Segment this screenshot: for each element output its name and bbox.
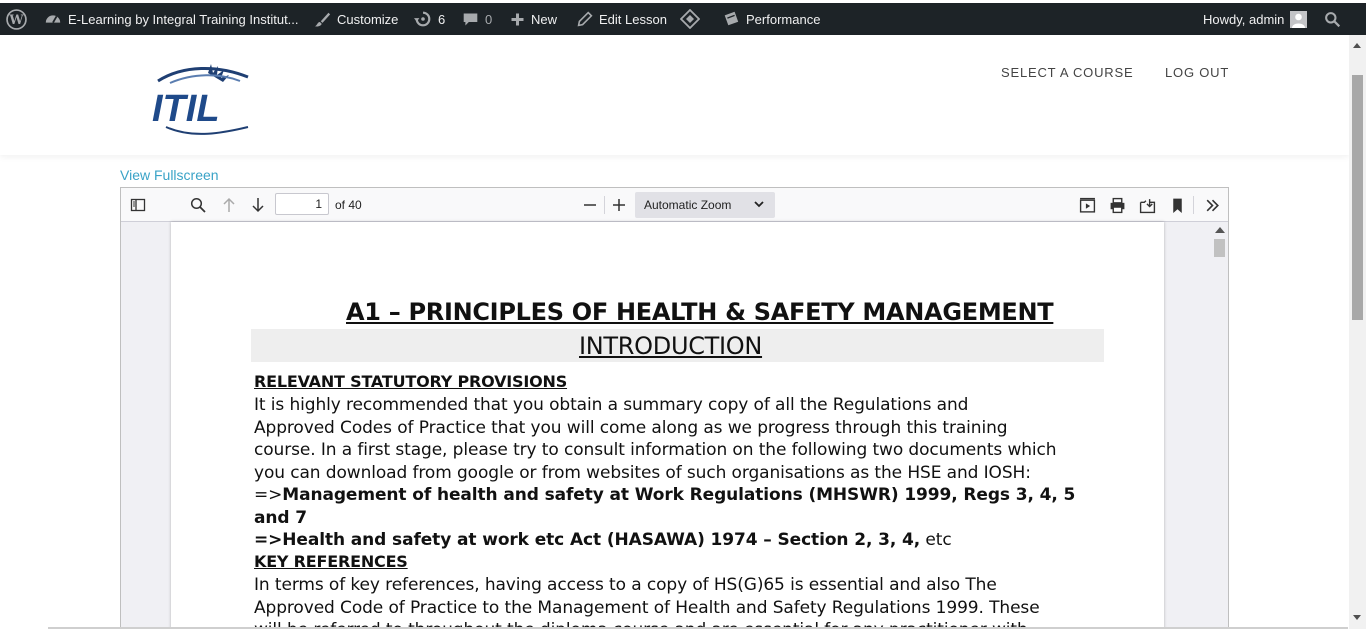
scroll-down-icon[interactable] xyxy=(1353,615,1361,620)
presentation-mode-icon[interactable] xyxy=(1076,194,1098,216)
paragraph-line: In terms of key references, having acces… xyxy=(254,575,997,595)
scrollbar-thumb[interactable] xyxy=(1214,239,1225,257)
customize-label: Customize xyxy=(337,11,399,27)
pencil-icon xyxy=(577,11,593,27)
paragraph-line: you can download from google or from web… xyxy=(254,462,1031,483)
reference-line: =>Management of health and safety at Wor… xyxy=(254,484,1114,529)
performance-label: Performance xyxy=(746,11,821,27)
reference-mhswr: Management of health and safety at Work … xyxy=(254,485,1076,528)
comments-count: 0 xyxy=(485,11,493,27)
view-fullscreen-link[interactable]: View Fullscreen xyxy=(120,167,219,183)
page-number-input[interactable] xyxy=(275,193,329,215)
section-heading-key-references: KEY REFERENCES xyxy=(254,552,408,571)
greeting-label: Howdy, admin xyxy=(1203,11,1285,27)
paragraph-line: Approved Codes of Practice that you will… xyxy=(254,417,1008,438)
section-heading-statutory: RELEVANT STATUTORY PROVISIONS xyxy=(254,372,568,391)
new-label: New xyxy=(531,11,558,27)
svg-text:W: W xyxy=(8,12,24,27)
scrollbar-thumb[interactable] xyxy=(1352,75,1363,320)
customize-menu[interactable]: Customize xyxy=(314,3,398,35)
site-name-menu[interactable]: E-Learning by Integral Training Institut… xyxy=(44,3,299,35)
download-icon[interactable] xyxy=(1136,194,1158,216)
document-title: A1 – PRINCIPLES OF HEALTH & SAFETY MANAG… xyxy=(346,298,1054,326)
reference-line: =>Health and safety at work etc Act (HAS… xyxy=(254,529,1114,552)
previous-page-icon[interactable] xyxy=(218,194,240,216)
nav-log-out[interactable]: LOG OUT xyxy=(1165,65,1229,80)
performance-menu[interactable]: Performance xyxy=(722,3,820,35)
search-icon[interactable] xyxy=(1324,3,1341,35)
diamond-icon xyxy=(680,9,700,29)
toolbar-separator xyxy=(1193,196,1194,214)
nav-select-course[interactable]: SELECT A COURSE xyxy=(1001,65,1133,80)
updates-icon xyxy=(414,10,432,28)
performance-icon xyxy=(722,10,740,28)
print-icon[interactable] xyxy=(1106,194,1128,216)
pdf-viewer: of 40 Automatic Zoom xyxy=(120,187,1229,629)
edit-lesson-label: Edit Lesson xyxy=(599,11,667,27)
pdf-scrollbar[interactable] xyxy=(1212,222,1228,629)
scroll-up-icon[interactable] xyxy=(1215,227,1225,233)
site-header: ITIL SELECT A COURSE LOG OUT xyxy=(0,35,1349,155)
next-page-icon[interactable] xyxy=(247,194,269,216)
reference-suffix: etc xyxy=(920,530,952,550)
admin-bar: W E-Learning by Integral Training Instit… xyxy=(0,0,1366,35)
wordpress-logo-icon[interactable]: W xyxy=(6,3,27,35)
updates-count: 6 xyxy=(438,11,446,27)
document-intro-heading: INTRODUCTION xyxy=(579,332,763,360)
zoom-out-icon[interactable] xyxy=(579,194,601,216)
avatar xyxy=(1290,10,1308,28)
sidebar-toggle-icon[interactable] xyxy=(127,194,149,216)
reference-hasawa: =>Health and safety at work etc Act (HAS… xyxy=(254,530,921,550)
find-search-icon[interactable] xyxy=(187,194,209,216)
edit-lesson-menu[interactable]: Edit Lesson xyxy=(577,3,667,35)
page-total-label: of 40 xyxy=(335,198,362,212)
site-logo[interactable]: ITIL xyxy=(148,53,260,142)
zoom-select-value: Automatic Zoom xyxy=(644,198,732,212)
updates-menu[interactable]: 6 xyxy=(414,3,445,35)
pdf-page-area[interactable]: A1 – PRINCIPLES OF HEALTH & SAFETY MANAG… xyxy=(121,222,1212,629)
paragraph-line: It is highly recommended that you obtain… xyxy=(254,395,969,415)
reference-prefix: => xyxy=(254,485,283,505)
zoom-select[interactable]: Automatic Zoom xyxy=(635,192,775,218)
section-paragraph-key-references: In terms of key references, having acces… xyxy=(254,574,1114,629)
comments-menu[interactable]: 0 xyxy=(462,3,492,35)
chevron-down-icon xyxy=(753,198,765,213)
zoom-in-icon[interactable] xyxy=(608,194,630,216)
new-content-menu[interactable]: New xyxy=(510,3,557,35)
brush-icon xyxy=(314,11,331,28)
toolbar-separator xyxy=(604,196,605,214)
dashboard-icon xyxy=(44,10,62,28)
section-paragraph-statutory: It is highly recommended that you obtain… xyxy=(254,394,1114,552)
site-name-label: E-Learning by Integral Training Institut… xyxy=(68,11,299,27)
paragraph-line: course. In a first stage, please try to … xyxy=(254,440,1057,460)
tools-menu-icon[interactable] xyxy=(1201,194,1223,216)
plus-icon xyxy=(510,12,525,27)
comment-icon xyxy=(462,11,479,28)
bookmark-icon[interactable] xyxy=(1166,194,1188,216)
plugin-menu-diamond[interactable] xyxy=(680,3,706,35)
paragraph-line: Approved Code of Practice to the Managem… xyxy=(254,597,1040,618)
pdf-toolbar: of 40 Automatic Zoom xyxy=(121,188,1228,222)
scroll-up-icon[interactable] xyxy=(1353,43,1361,48)
logo-text: ITIL xyxy=(152,88,220,130)
browser-scrollbar[interactable] xyxy=(1349,35,1366,629)
my-account-menu[interactable]: Howdy, admin xyxy=(1203,3,1308,35)
pdf-page: A1 – PRINCIPLES OF HEALTH & SAFETY MANAG… xyxy=(171,222,1164,629)
